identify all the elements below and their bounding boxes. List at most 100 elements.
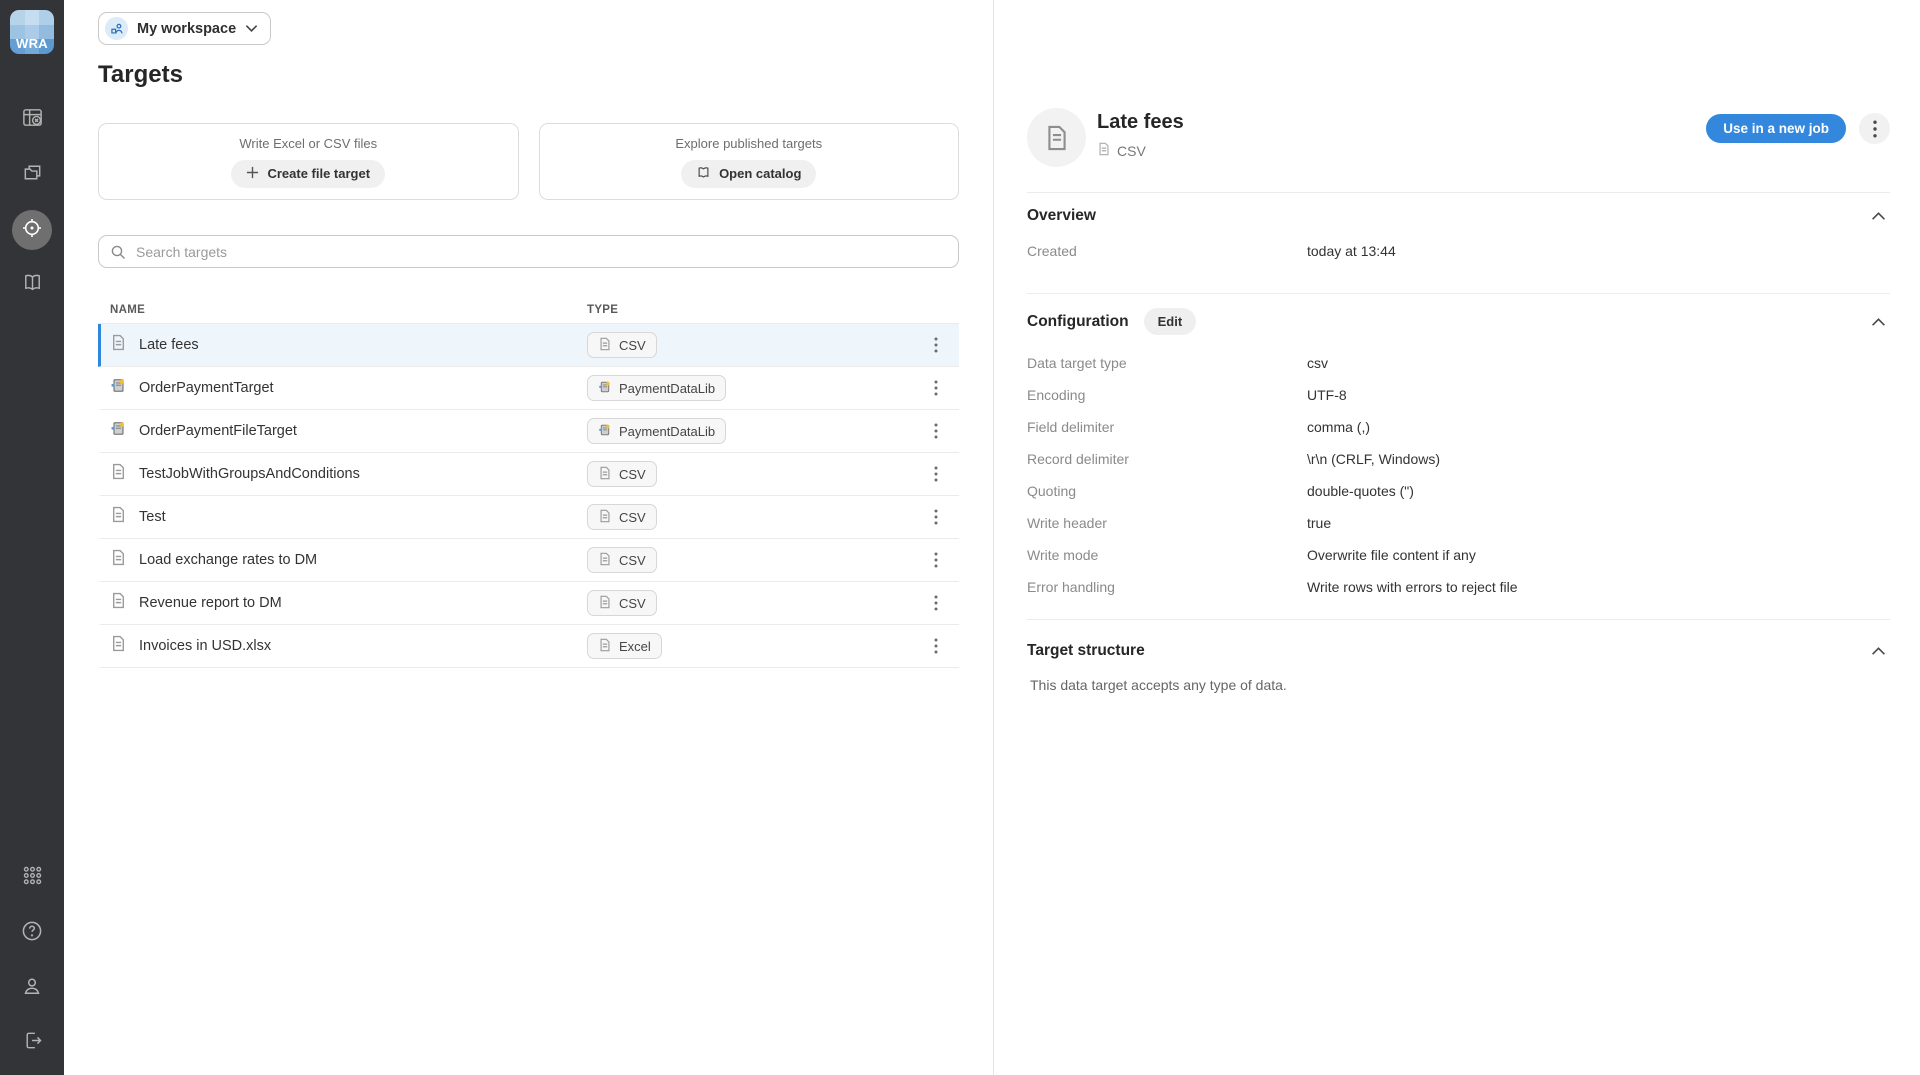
type-badge-icon [598,509,612,526]
sidebar-nav-top [12,100,52,305]
field-value: comma (,) [1307,419,1370,435]
type-badge-label: PaymentDataLib [619,381,715,396]
table-row[interactable]: OrderPaymentFileTarget PaymentDataLib [98,410,959,453]
table-row[interactable]: Revenue report to DM CSV [98,582,959,625]
detail-field: Data target type csv [1027,347,1890,379]
target-type-icon [110,506,127,528]
row-menu-button[interactable] [925,590,947,616]
type-badge: CSV [587,461,657,487]
row-menu-button[interactable] [925,547,947,573]
type-badge-label: CSV [619,510,646,525]
use-in-new-job-button[interactable]: Use in a new job [1706,114,1846,143]
detail-field: Record delimiter \r\n (CRLF, Windows) [1027,443,1890,475]
table-row[interactable]: OrderPaymentTarget PaymentDataLib [98,367,959,410]
workspace-switcher[interactable]: My workspace [98,12,271,45]
target-structure-section: Target structure This data target accept… [1027,620,1890,715]
plus-icon [246,166,259,182]
target-type-icon [110,635,127,657]
chevron-down-icon [245,21,258,36]
workspace-label: My workspace [137,21,236,37]
target-name: TestJobWithGroupsAndConditions [139,466,360,482]
user-icon [20,974,44,1003]
app-logo-text: WRA [10,36,54,51]
sidebar-item-account[interactable] [12,968,52,1008]
sidebar-item-catalog[interactable] [12,265,52,305]
detail-field: Error handling Write rows with errors to… [1027,571,1890,603]
row-menu-button[interactable] [925,633,947,659]
target-icon [20,216,44,245]
configuration-heading: Configuration [1027,313,1129,331]
target-name: Load exchange rates to DM [139,552,317,568]
chevron-up-icon[interactable] [1867,642,1890,660]
type-badge-label: PaymentDataLib [619,424,715,439]
table-row[interactable]: Late fees CSV [98,324,959,367]
target-type-icon [110,334,127,356]
sidebar-item-logout[interactable] [12,1023,52,1063]
create-file-target-button[interactable]: Create file target [231,160,385,188]
book-icon [696,165,711,183]
page-title: Targets [98,61,959,89]
table-row[interactable]: Load exchange rates to DM CSV [98,539,959,582]
field-value: Overwrite file content if any [1307,547,1476,563]
type-badge: Excel [587,633,662,659]
table-row[interactable]: Invoices in USD.xlsx Excel [98,625,959,668]
row-menu-button[interactable] [925,375,947,401]
field-label: Created [1027,243,1307,259]
detail-menu-button[interactable] [1859,113,1890,144]
targets-panel: My workspace Targets Write Excel or CSV … [64,0,993,1075]
detail-field: Quoting double-quotes (") [1027,475,1890,507]
apps-grid-icon [21,864,44,892]
table-header: NAME TYPE [98,296,959,324]
table-row[interactable]: TestJobWithGroupsAndConditions CSV [98,453,959,496]
app-logo[interactable]: WRA [10,10,54,54]
row-menu-button[interactable] [925,461,947,487]
sidebar-item-apps[interactable] [12,858,52,898]
folder-icon [21,161,44,189]
file-icon [1097,142,1111,159]
field-value: true [1307,515,1331,531]
edit-configuration-button[interactable]: Edit [1144,308,1197,335]
type-badge-label: CSV [619,338,646,353]
book-icon [21,271,44,299]
type-badge-icon [598,638,612,655]
open-catalog-button[interactable]: Open catalog [681,160,816,188]
search-input[interactable] [98,235,959,268]
detail-title: Late fees [1097,111,1184,134]
sidebar: WRA [0,0,64,1075]
target-type-icon [110,592,127,614]
field-label: Write mode [1027,547,1307,563]
field-label: Record delimiter [1027,451,1307,467]
overview-section: Overview Created today at 13:44 [1027,193,1890,294]
type-badge-icon [598,380,612,397]
type-badge-label: Excel [619,639,651,654]
type-badge: CSV [587,547,657,573]
card-caption: Write Excel or CSV files [239,136,377,151]
sidebar-item-tables[interactable] [12,100,52,140]
field-label: Field delimiter [1027,419,1307,435]
field-label: Data target type [1027,355,1307,371]
type-badge-label: CSV [619,553,646,568]
row-menu-button[interactable] [925,504,947,530]
chevron-up-icon[interactable] [1867,207,1890,225]
table-row[interactable]: Test CSV [98,496,959,539]
sidebar-item-targets[interactable] [12,210,52,250]
detail-field: Encoding UTF-8 [1027,379,1890,411]
sidebar-item-help[interactable] [12,913,52,953]
type-badge: CSV [587,504,657,530]
field-value: Write rows with errors to reject file [1307,579,1518,595]
row-menu-button[interactable] [925,418,947,444]
row-menu-button[interactable] [925,332,947,358]
target-type-icon [110,377,127,399]
create-file-target-card: Write Excel or CSV files Create file tar… [98,123,519,200]
field-value: today at 13:44 [1307,243,1396,259]
detail-field: Write header true [1027,507,1890,539]
column-header-type: TYPE [587,304,618,316]
configuration-section: Configuration Edit Data target type csv … [1027,294,1890,620]
search-bar [98,235,959,268]
field-value: csv [1307,355,1328,371]
open-catalog-card: Explore published targets Open catalog [539,123,960,200]
sidebar-item-projects[interactable] [12,155,52,195]
target-structure-body: This data target accepts any type of dat… [1027,677,1890,693]
target-type-icon [110,463,127,485]
chevron-up-icon[interactable] [1867,313,1890,331]
